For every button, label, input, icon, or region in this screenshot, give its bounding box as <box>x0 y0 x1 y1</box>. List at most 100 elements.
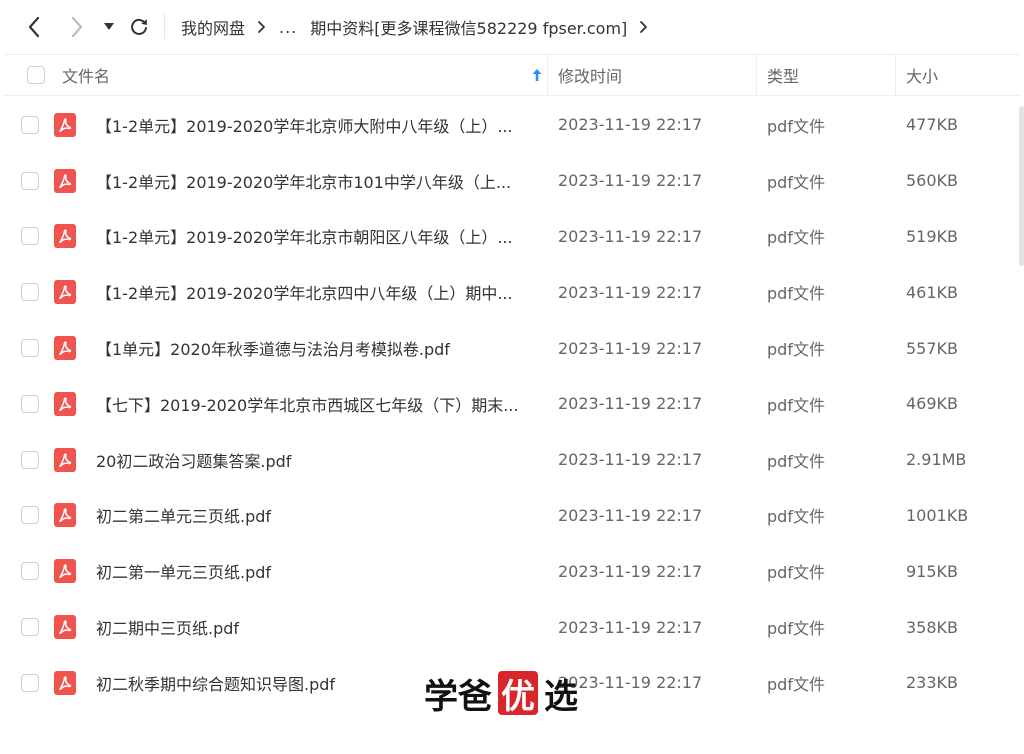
column-header-size[interactable]: 大小 <box>906 55 1016 95</box>
file-size: 233KB <box>906 673 959 693</box>
file-icon-cell <box>54 655 76 711</box>
breadcrumb-current[interactable]: 期中资料[更多课程微信582229 fpser.com] <box>310 15 627 39</box>
file-name: 初二第一单元三页纸.pdf <box>96 563 272 583</box>
file-size: 519KB <box>906 226 959 246</box>
file-name: 【1-2单元】2019-2020学年北京师大附中八年级（上）... <box>96 116 513 136</box>
table-row[interactable]: 【1-2单元】2019-2020学年北京市朝阳区八年级（上）... 2023-1… <box>4 209 1020 265</box>
pdf-file-icon <box>54 168 76 193</box>
row-checkbox[interactable] <box>21 227 39 246</box>
file-name-cell[interactable]: 初二第二单元三页纸.pdf <box>96 488 536 544</box>
column-header-name[interactable]: 文件名 <box>62 55 546 95</box>
row-checkbox-cell <box>21 488 39 544</box>
history-dropdown-button[interactable] <box>96 12 122 42</box>
row-checkbox[interactable] <box>21 115 39 134</box>
column-header-type[interactable]: 类型 <box>767 55 895 95</box>
column-label-type: 类型 <box>767 67 800 86</box>
file-icon-cell <box>54 432 76 488</box>
file-type: pdf文件 <box>767 674 825 694</box>
table-row[interactable]: 20初二政治习题集答案.pdf 2023-11-19 22:17 pdf文件 2… <box>4 432 1020 488</box>
file-type: pdf文件 <box>767 451 825 471</box>
file-size: 1001KB <box>906 505 969 525</box>
table-row[interactable]: 【1-2单元】2019-2020学年北京四中八年级（上）期中... 2023-1… <box>4 264 1020 320</box>
file-size: 358KB <box>906 617 959 637</box>
file-name: 20初二政治习题集答案.pdf <box>96 451 292 471</box>
select-all-checkbox[interactable] <box>27 66 45 84</box>
table-row[interactable]: 【1单元】2020年秋季道德与法治月考模拟卷.pdf 2023-11-19 22… <box>4 320 1020 376</box>
vertical-scrollbar[interactable] <box>1019 96 1024 754</box>
row-checkbox[interactable] <box>21 506 39 525</box>
pdf-file-icon <box>54 503 76 528</box>
refresh-button[interactable] <box>124 12 154 42</box>
row-checkbox[interactable] <box>21 283 39 302</box>
watermark-text-2: 优 <box>498 671 538 717</box>
row-checkbox[interactable] <box>21 394 39 413</box>
row-checkbox[interactable] <box>21 171 39 190</box>
file-name-cell[interactable]: 【1-2单元】2019-2020学年北京四中八年级（上）期中... <box>96 264 536 320</box>
file-modified: 2023-11-19 22:17 <box>558 226 703 246</box>
row-checkbox-cell <box>21 97 39 153</box>
file-type: pdf文件 <box>767 563 825 583</box>
column-label-size: 大小 <box>906 67 939 86</box>
file-name: 【1-2单元】2019-2020学年北京四中八年级（上）期中... <box>96 284 513 304</box>
table-row[interactable]: 初二第一单元三页纸.pdf 2023-11-19 22:17 pdf文件 915… <box>4 543 1020 599</box>
file-modified: 2023-11-19 22:17 <box>558 561 703 581</box>
row-checkbox-cell <box>21 655 39 711</box>
chevron-right-icon <box>257 20 267 34</box>
table-row[interactable]: 【1-2单元】2019-2020学年北京市101中学八年级（上... 2023-… <box>4 153 1020 209</box>
table-row[interactable]: 初二期中三页纸.pdf 2023-11-19 22:17 pdf文件 358KB <box>4 599 1020 655</box>
table-row[interactable]: 初二第二单元三页纸.pdf 2023-11-19 22:17 pdf文件 100… <box>4 488 1020 544</box>
nav-divider <box>164 13 165 39</box>
file-modified: 2023-11-19 22:17 <box>558 282 703 302</box>
arrow-up-icon <box>532 67 542 86</box>
file-icon-cell <box>54 97 76 153</box>
row-checkbox[interactable] <box>21 618 39 637</box>
table-row[interactable]: 【七下】2019-2020学年北京市西城区七年级（下）期末... 2023-11… <box>4 376 1020 432</box>
select-all-cell <box>27 55 45 95</box>
row-checkbox[interactable] <box>21 450 39 469</box>
file-name-cell[interactable]: 【1-2单元】2019-2020学年北京师大附中八年级（上）... <box>96 97 536 153</box>
file-name: 初二期中三页纸.pdf <box>96 619 240 639</box>
file-size: 469KB <box>906 394 959 414</box>
table-header: 文件名 修改时间 类型 大小 <box>4 54 1020 96</box>
column-divider <box>895 55 896 95</box>
file-name: 初二第二单元三页纸.pdf <box>96 507 272 527</box>
breadcrumb-spacer <box>303 20 304 34</box>
watermark-text-1: 学爸 <box>424 676 492 717</box>
file-name: 【1-2单元】2019-2020学年北京市101中学八年级（上... <box>96 172 512 192</box>
file-icon-cell <box>54 320 76 376</box>
file-size: 461KB <box>906 282 959 302</box>
row-checkbox-cell <box>21 209 39 265</box>
file-type: pdf文件 <box>767 228 825 248</box>
scrollbar-thumb[interactable] <box>1019 106 1024 266</box>
chevron-left-icon <box>28 16 40 38</box>
table-row[interactable]: 【1-2单元】2019-2020学年北京师大附中八年级（上）... 2023-1… <box>4 97 1020 153</box>
row-checkbox[interactable] <box>21 673 39 692</box>
chevron-right-icon[interactable] <box>639 20 649 34</box>
row-checkbox[interactable] <box>21 339 39 358</box>
pdf-file-icon <box>54 280 76 305</box>
breadcrumb-ellipsis[interactable]: ... <box>279 18 297 37</box>
file-type: pdf文件 <box>767 116 825 136</box>
back-button[interactable] <box>19 12 49 42</box>
row-checkbox[interactable] <box>21 562 39 581</box>
column-header-modified[interactable]: 修改时间 <box>558 55 756 95</box>
file-name-cell[interactable]: 20初二政治习题集答案.pdf <box>96 432 536 488</box>
column-divider <box>547 55 548 95</box>
forward-button[interactable] <box>62 12 92 42</box>
row-checkbox-cell <box>21 432 39 488</box>
row-checkbox-cell <box>21 264 39 320</box>
file-name-cell[interactable]: 初二期中三页纸.pdf <box>96 599 536 655</box>
file-size: 477KB <box>906 115 959 135</box>
breadcrumb-root[interactable]: 我的网盘 <box>181 15 245 39</box>
file-name-cell[interactable]: 【1单元】2020年秋季道德与法治月考模拟卷.pdf <box>96 320 536 376</box>
file-name-cell[interactable]: 初二第一单元三页纸.pdf <box>96 543 536 599</box>
row-checkbox-cell <box>21 153 39 209</box>
file-type: pdf文件 <box>767 395 825 415</box>
file-name-cell[interactable]: 【七下】2019-2020学年北京市西城区七年级（下）期末... <box>96 376 536 432</box>
file-size: 915KB <box>906 561 959 581</box>
file-name-cell[interactable]: 【1-2单元】2019-2020学年北京市101中学八年级（上... <box>96 153 536 209</box>
file-modified: 2023-11-19 22:17 <box>558 673 703 693</box>
watermark-logo: 学爸 优 选 <box>424 670 578 717</box>
file-name: 【七下】2019-2020学年北京市西城区七年级（下）期末... <box>96 395 519 415</box>
file-name-cell[interactable]: 【1-2单元】2019-2020学年北京市朝阳区八年级（上）... <box>96 209 536 265</box>
